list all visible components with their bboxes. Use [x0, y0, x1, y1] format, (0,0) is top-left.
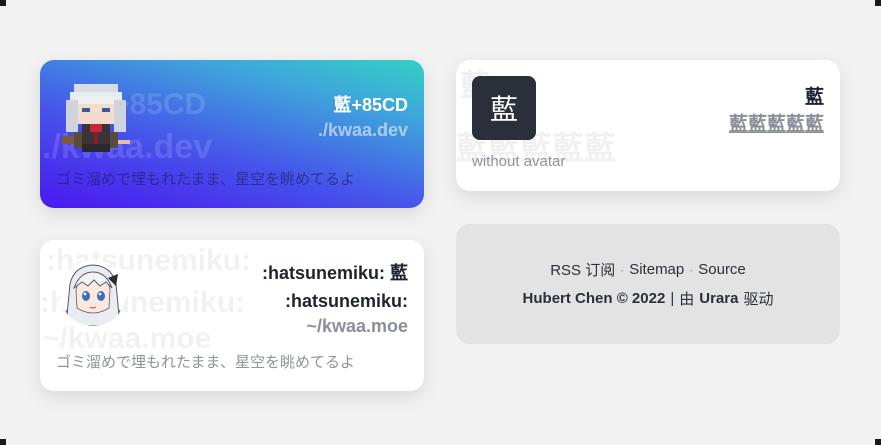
separator: · — [689, 262, 694, 277]
footer-credits: Hubert Chen © 2022 | 由 Urara 驱动 — [523, 288, 774, 309]
corner-mark — [0, 439, 6, 445]
footer-links: RSS 订阅 · Sitemap · Source — [550, 259, 746, 280]
friend-link[interactable]: ./kwaa.dev — [318, 120, 408, 141]
corner-mark — [875, 439, 881, 445]
powered-suffix: 驱动 — [743, 291, 774, 308]
corner-mark — [0, 0, 6, 6]
friends-page: 藍+85CD ./kwaa.dev 藍+85CD ./kwaa.dev ゴミ溜め… — [0, 0, 881, 445]
card-watermark: ~/kwaa.moe — [42, 322, 212, 355]
powered-prefix: 由 — [679, 291, 695, 308]
site-footer: RSS 订阅 · Sitemap · Source Hubert Chen © … — [456, 224, 840, 344]
urara-link[interactable]: Urara — [699, 290, 738, 307]
pixel-art-avatar-icon[interactable] — [58, 80, 134, 156]
friend-card-kwaa-moe[interactable]: :hatsunemiku: :hatsunemiku: ~/kwaa.moe :… — [40, 240, 424, 391]
friend-name: 藍 — [804, 86, 824, 108]
anime-avatar-icon[interactable] — [60, 260, 126, 326]
rss-link[interactable]: RSS 订阅 — [550, 259, 615, 280]
divider: | — [670, 290, 675, 307]
friend-bio: ゴミ溜めで埋もれたまま、星空を眺めてるよ — [56, 354, 355, 371]
separator: · — [620, 262, 625, 277]
corner-mark — [875, 0, 881, 6]
author-link[interactable]: Hubert Chen © 2022 — [523, 290, 666, 307]
friend-link[interactable]: 藍藍藍藍藍 — [729, 109, 824, 136]
friend-bio: ゴミ溜めで埋もれたまま、星空を眺めてるよ — [56, 171, 355, 188]
friend-name: 藍+85CD — [333, 95, 408, 115]
friend-bio: without avatar — [472, 153, 566, 170]
letter-avatar[interactable]: 藍 — [472, 76, 536, 140]
source-link[interactable]: Source — [698, 261, 746, 278]
friend-card-kwaa-dev[interactable]: 藍+85CD ./kwaa.dev 藍+85CD ./kwaa.dev ゴミ溜め… — [40, 60, 424, 208]
sitemap-link[interactable]: Sitemap — [629, 261, 684, 278]
friend-link[interactable]: ~/kwaa.moe — [306, 316, 408, 337]
friend-card-no-avatar[interactable]: 藍 藍藍藍藍藍 藍 藍 藍藍藍藍藍 without avatar — [456, 60, 840, 191]
friend-name: :hatsunemiku: 藍 :hatsunemiku: — [261, 263, 408, 311]
